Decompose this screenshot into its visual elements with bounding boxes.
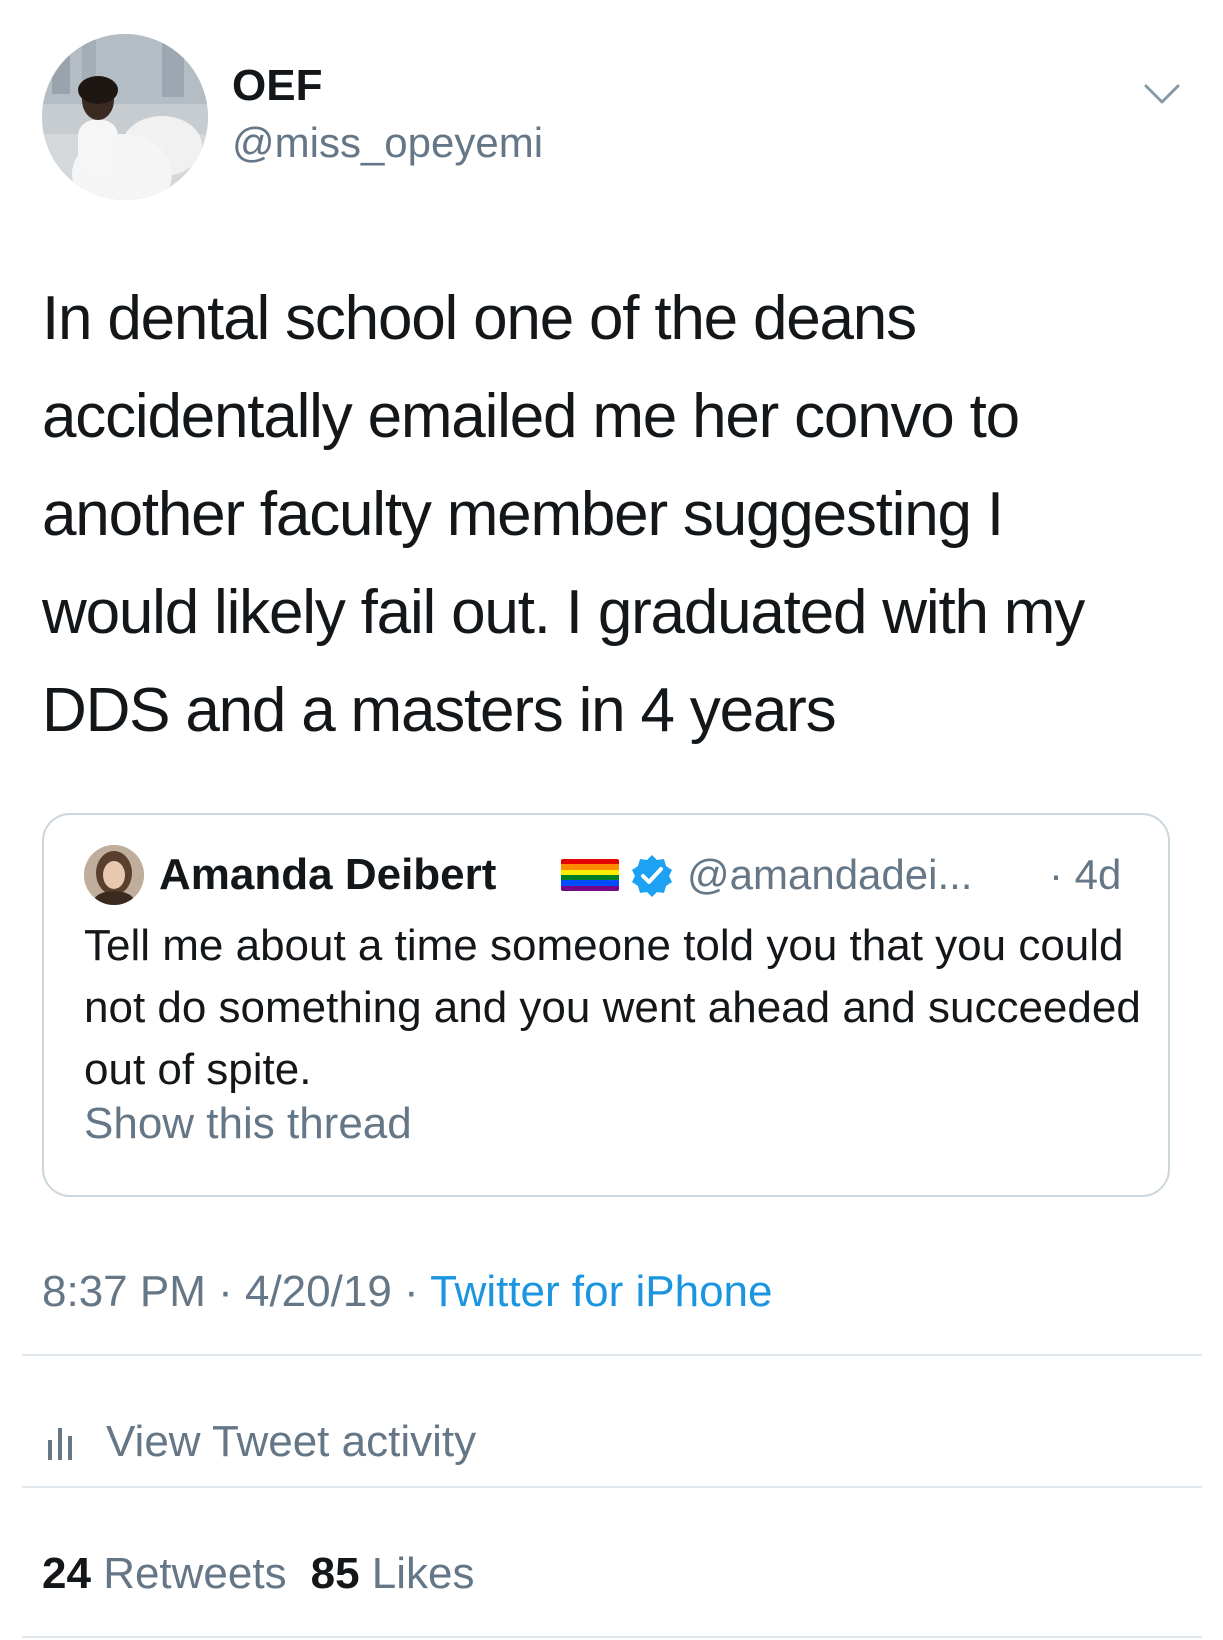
likes-label: Likes (371, 1549, 475, 1598)
tweet-time: 8:37 PM (42, 1267, 206, 1316)
bar-chart-icon (42, 1422, 78, 1462)
retweets-count: 24 (42, 1549, 91, 1598)
quote-text: Tell me about a time someone told you th… (84, 921, 1141, 1094)
divider (22, 1354, 1202, 1356)
tweet-meta: 8:37 PM · 4/20/19 · Twitter for iPhone (42, 1264, 772, 1320)
quote-author-avatar (84, 845, 144, 905)
quote-author-name: Amanda Deibert (159, 850, 497, 899)
tweet-detail: OEF @miss_opeyemi In dental school one o… (0, 0, 1223, 1640)
retweets-label: Retweets (103, 1549, 287, 1598)
meta-separator: · (205, 1267, 245, 1316)
chevron-down-icon[interactable] (1140, 72, 1184, 116)
likes-stat[interactable]: 85 Likes (311, 1549, 475, 1598)
author-handle[interactable]: @miss_opeyemi (232, 118, 543, 168)
verified-badge-icon (629, 853, 675, 899)
tweet-stats: 24 Retweets 85 Likes (42, 1546, 475, 1602)
rainbow-flag-icon (561, 859, 619, 891)
meta-separator: · (391, 1267, 431, 1316)
retweets-stat[interactable]: 24 Retweets (42, 1549, 287, 1598)
author-name[interactable]: OEF (232, 60, 322, 112)
divider (22, 1636, 1202, 1638)
show-thread-link[interactable]: Show this thread (84, 1095, 412, 1153)
tweet-source-link[interactable]: Twitter for iPhone (430, 1267, 772, 1316)
quoted-tweet[interactable]: Amanda Deibert @amandadei... · 4d Tell m… (42, 813, 1170, 1197)
quote-author-handle: @amandadei... (687, 851, 973, 898)
view-tweet-activity-label: View Tweet activity (106, 1417, 477, 1466)
tweet-text: In dental school one of the deans accide… (42, 284, 1085, 745)
quote-age: · 4d (1049, 851, 1122, 898)
author-avatar[interactable] (42, 34, 208, 200)
likes-count: 85 (310, 1549, 360, 1598)
divider (22, 1486, 1202, 1488)
view-tweet-activity-button[interactable]: View Tweet activity (42, 1412, 476, 1472)
tweet-date: 4/20/19 (244, 1267, 392, 1316)
